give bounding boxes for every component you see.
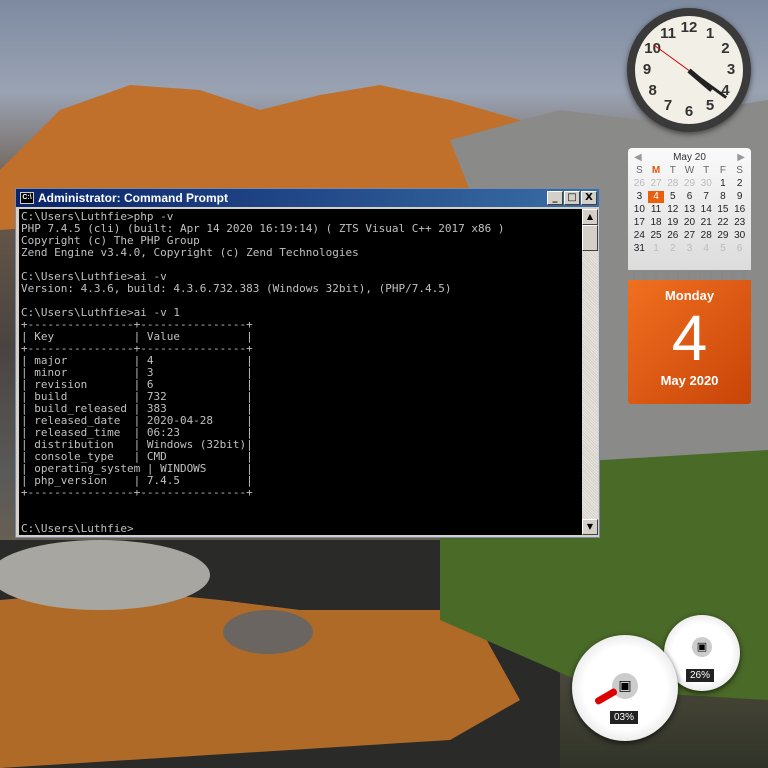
calendar-day[interactable]: 6 — [681, 191, 698, 203]
month-label: May 20 — [673, 152, 706, 163]
calendar-day[interactable]: 4 — [647, 191, 665, 203]
calendar-day[interactable]: 30 — [698, 178, 715, 190]
console-line: Version: 4.3.6, build: 4.3.6.732.383 (Wi… — [21, 282, 452, 295]
calendar-day[interactable]: 1 — [715, 178, 732, 190]
day-number: 4 — [671, 302, 708, 374]
clock-number: 11 — [660, 24, 676, 42]
calendar-day[interactable]: 22 — [715, 217, 732, 229]
clock-number: 3 — [726, 61, 736, 78]
cpu-gauge[interactable]: ▣ 03% — [572, 635, 678, 741]
prev-month-icon[interactable]: ◀ — [634, 152, 642, 163]
maximize-button[interactable]: □ — [564, 191, 580, 205]
clock-number: 6 — [684, 103, 694, 120]
weekday-header: S — [636, 165, 643, 176]
console-line: +----------------+----------------+ — [21, 486, 253, 499]
calendar-day[interactable]: 26 — [664, 230, 681, 242]
console-output[interactable]: C:\Users\Luthfie>php -v PHP 7.4.5 (cli) (… — [19, 209, 582, 535]
console-line: C:\Users\Luthfie> — [21, 522, 134, 535]
memory-value: 26% — [686, 669, 715, 682]
clock-number: 2 — [721, 40, 730, 57]
cpu-chip-icon: ▣ — [612, 673, 638, 699]
weekday-header: T — [669, 165, 676, 176]
clock-number: 7 — [663, 97, 673, 115]
weekday-label: Monday — [664, 288, 715, 303]
calendar-day[interactable]: 2 — [731, 178, 748, 190]
calendar-day[interactable]: 28 — [664, 178, 681, 190]
title-bar[interactable]: C:\ Administrator: Command Prompt _ □ X — [16, 189, 599, 207]
calendar-day[interactable]: 9 — [731, 191, 748, 203]
calendar-day[interactable]: 1 — [648, 243, 665, 255]
calendar-day[interactable]: 5 — [664, 191, 681, 203]
cpu-needle — [593, 687, 619, 706]
scrollbar-thumb[interactable] — [582, 225, 598, 251]
calendar-day[interactable]: 3 — [681, 243, 698, 255]
calendar-day[interactable]: 4 — [698, 243, 715, 255]
month-year-label: May 2020 — [660, 373, 719, 388]
weekday-header: M — [651, 165, 661, 176]
command-prompt-window[interactable]: C:\ Administrator: Command Prompt _ □ X … — [15, 188, 600, 538]
weekday-header: T — [703, 165, 710, 176]
calendar-day[interactable]: 30 — [731, 230, 748, 242]
scroll-up-icon[interactable]: ▲ — [582, 209, 598, 225]
calendar-day[interactable]: 6 — [731, 243, 748, 255]
calendar-day[interactable]: 10 — [631, 204, 648, 216]
calendar-day[interactable]: 29 — [715, 230, 732, 242]
clock-number: 12 — [680, 19, 698, 36]
clock-number: 9 — [642, 61, 652, 78]
next-month-icon[interactable]: ▶ — [737, 152, 745, 163]
calendar-day[interactable]: 14 — [698, 204, 715, 216]
minimize-button[interactable]: _ — [547, 191, 563, 205]
calendar-day[interactable]: 15 — [715, 204, 732, 216]
calendar-day[interactable]: 29 — [681, 178, 698, 190]
calendar-gadget[interactable]: ◀ May 20 ▶ S M T W T F S 26 27 28 29 30 1 2 3 4 5 6 7 8 9 10 1… — [628, 148, 751, 404]
calendar-day[interactable]: 18 — [648, 217, 665, 229]
scroll-down-icon[interactable]: ▼ — [582, 519, 598, 535]
calendar-day[interactable]: 11 — [648, 204, 665, 216]
calendar-day[interactable]: 20 — [681, 217, 698, 229]
weekday-header: F — [719, 165, 726, 176]
calendar-day[interactable]: 7 — [698, 191, 715, 203]
clock-number: 5 — [705, 97, 715, 115]
second-hand — [653, 43, 690, 71]
calendar-day[interactable]: 23 — [731, 217, 748, 229]
calendar-day[interactable]: 19 — [664, 217, 681, 229]
calendar-day[interactable]: 31 — [631, 243, 648, 255]
calendar-day[interactable]: 12 — [664, 204, 681, 216]
memory-chip-icon: ▣ — [692, 637, 712, 657]
calendar-day[interactable]: 5 — [715, 243, 732, 255]
calendar-day[interactable]: 26 — [631, 178, 648, 190]
clock-face: 12 1 2 3 4 5 6 7 8 9 10 11 — [635, 16, 743, 124]
cpu-value: 03% — [610, 711, 639, 724]
weekday-header: S — [736, 165, 743, 176]
vertical-scrollbar[interactable]: ▲ ▼ — [582, 209, 598, 535]
today-page[interactable]: Monday 4 May 2020 — [628, 280, 751, 404]
calendar-day[interactable]: 27 — [648, 178, 665, 190]
calendar-day[interactable]: 25 — [648, 230, 665, 242]
close-button[interactable]: X — [581, 191, 597, 205]
clock-number: 8 — [648, 82, 657, 99]
window-title: Administrator: Command Prompt — [38, 191, 229, 205]
binder-rings — [628, 270, 751, 280]
calendar-day[interactable]: 24 — [631, 230, 648, 242]
calendar-day[interactable]: 28 — [698, 230, 715, 242]
clock-gadget[interactable]: 12 1 2 3 4 5 6 7 8 9 10 11 — [627, 8, 751, 132]
calendar-day[interactable]: 27 — [681, 230, 698, 242]
calendar-day[interactable]: 2 — [664, 243, 681, 255]
cmd-icon: C:\ — [20, 192, 34, 204]
calendar-day[interactable]: 17 — [631, 217, 648, 229]
calendar-day[interactable]: 3 — [631, 191, 648, 203]
calendar-day[interactable]: 13 — [681, 204, 698, 216]
console-line: Zend Engine v3.4.0, Copyright (c) Zend T… — [21, 246, 359, 259]
calendar-day[interactable]: 8 — [715, 191, 732, 203]
calendar-day[interactable]: 16 — [731, 204, 748, 216]
weekday-header: W — [684, 165, 695, 176]
calendar-day[interactable]: 21 — [698, 217, 715, 229]
